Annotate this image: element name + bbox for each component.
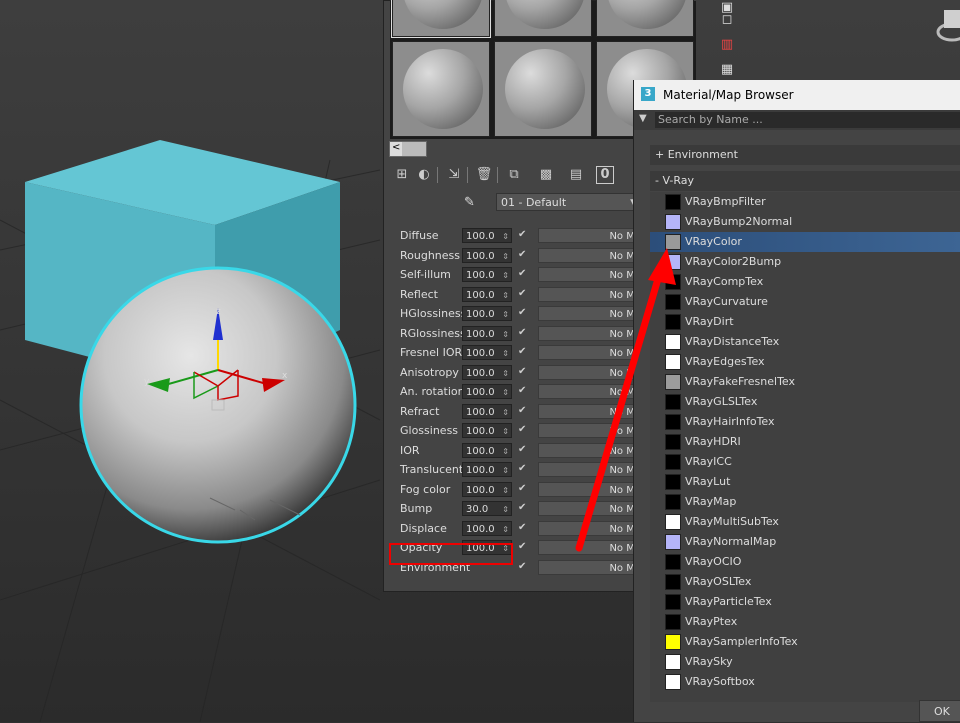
annotation-arrow <box>575 248 676 552</box>
